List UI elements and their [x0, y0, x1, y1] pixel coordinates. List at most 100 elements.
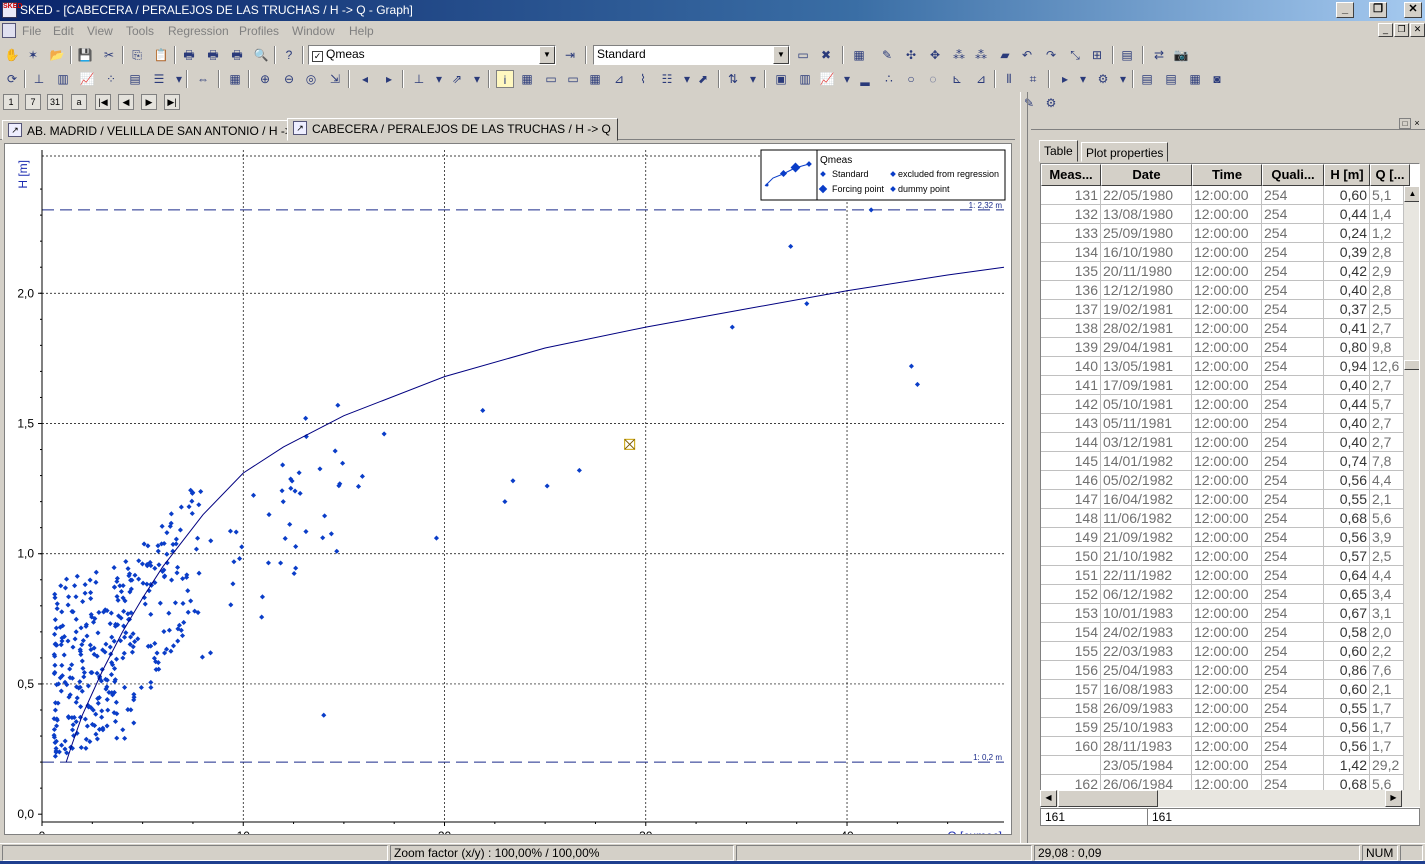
data-point[interactable]	[199, 654, 205, 660]
table-cell[interactable]: 12/12/1980	[1101, 281, 1192, 300]
data-point[interactable]	[138, 684, 144, 691]
table-cell[interactable]: 0,55	[1324, 699, 1370, 718]
table-cell[interactable]: 12:00:00	[1192, 756, 1262, 775]
table-row[interactable]: 135 20/11/1980 12:00:00 254 0,42 2,9	[1041, 262, 1419, 281]
data-point[interactable]	[118, 588, 124, 595]
data-point[interactable]	[259, 614, 265, 620]
table-cell[interactable]: 25/04/1983	[1101, 661, 1192, 680]
data-point[interactable]	[80, 665, 86, 671]
table-cell[interactable]: 12:00:00	[1192, 623, 1262, 642]
data-point[interactable]	[136, 576, 142, 582]
data-point[interactable]	[111, 565, 117, 571]
data-point[interactable]	[78, 651, 84, 658]
new-style-icon[interactable]: ▭	[794, 46, 812, 64]
table-cell[interactable]: 153	[1041, 604, 1101, 623]
layout-alt-icon[interactable]: ▤	[1162, 70, 1180, 88]
tab-table[interactable]: Table	[1039, 140, 1078, 162]
table-cell[interactable]: 156	[1041, 661, 1101, 680]
data-point[interactable]	[287, 521, 293, 527]
export-icon[interactable]: ⇄	[1150, 46, 1168, 64]
table-cell[interactable]: 144	[1041, 433, 1101, 452]
table-cell[interactable]: 12:00:00	[1192, 319, 1262, 338]
series-list-icon[interactable]: ☰	[150, 70, 168, 88]
data-point[interactable]	[115, 597, 121, 603]
table-cell[interactable]: 22/03/1983	[1101, 642, 1192, 661]
table-cell[interactable]: 0,55	[1324, 490, 1370, 509]
table-row[interactable]: 146 05/02/1982 12:00:00 254 0,56 4,4	[1041, 471, 1419, 490]
panel-float-icon[interactable]: □	[1399, 118, 1411, 129]
table-cell[interactable]: 254	[1262, 756, 1324, 775]
table-row[interactable]: 132 13/08/1980 12:00:00 254 0,44 1,4	[1041, 205, 1419, 224]
table-cell[interactable]: 143	[1041, 414, 1101, 433]
data-point[interactable]	[74, 695, 80, 701]
menu-profiles[interactable]: Profiles	[239, 24, 279, 38]
series-checkbox[interactable]: ✓	[312, 51, 323, 62]
menu-file[interactable]: File	[22, 24, 41, 38]
document-icon[interactable]	[2, 23, 16, 38]
table-cell[interactable]: 132	[1041, 205, 1101, 224]
tab-cabecera[interactable]: ↗ CABECERA / PERALEJOS DE LAS TRUCHAS / …	[287, 118, 618, 141]
data-point[interactable]	[87, 577, 93, 583]
previous-icon[interactable]: ◀	[118, 94, 134, 110]
table-row[interactable]: 133 25/09/1980 12:00:00 254 0,24 1,2	[1041, 224, 1419, 243]
table-cell[interactable]: 0,44	[1324, 205, 1370, 224]
table-cell[interactable]: 0,56	[1324, 718, 1370, 737]
data-point[interactable]	[136, 558, 142, 564]
table-row[interactable]: 137 19/02/1981 12:00:00 254 0,37 2,5	[1041, 300, 1419, 319]
table-row[interactable]: 141 17/09/1981 12:00:00 254 0,40 2,7	[1041, 376, 1419, 395]
data-point[interactable]	[168, 648, 174, 654]
table-cell[interactable]: 254	[1262, 718, 1324, 737]
data-point[interactable]	[279, 488, 285, 494]
data-point[interactable]	[104, 696, 110, 703]
print-preview-icon[interactable]: 🔍	[252, 46, 270, 64]
table-cell[interactable]: 159	[1041, 718, 1101, 737]
chevron-down-icon[interactable]: ▾	[1074, 70, 1092, 88]
data-point[interactable]	[265, 560, 271, 566]
data-point[interactable]	[288, 485, 294, 491]
table-cell[interactable]: 254	[1262, 243, 1324, 262]
table-cell[interactable]: 0,41	[1324, 319, 1370, 338]
table-cell[interactable]: 12:00:00	[1192, 471, 1262, 490]
table-cell[interactable]: 25/10/1983	[1101, 718, 1192, 737]
data-point[interactable]	[317, 466, 323, 472]
series-properties-icon[interactable]: ⇥	[561, 46, 579, 64]
table-cell[interactable]: 154	[1041, 623, 1101, 642]
data-point[interactable]	[52, 753, 58, 759]
data-point[interactable]	[142, 601, 148, 607]
tab-plot-properties[interactable]: Plot properties	[1081, 142, 1169, 162]
table-cell[interactable]: 137	[1041, 300, 1101, 319]
data-point[interactable]	[175, 638, 181, 644]
table-row[interactable]: 148 11/06/1982 12:00:00 254 0,68 5,6	[1041, 509, 1419, 528]
data-point[interactable]	[168, 511, 174, 517]
data-point[interactable]	[544, 483, 550, 489]
table-cell[interactable]: 158	[1041, 699, 1101, 718]
data-point[interactable]	[139, 561, 145, 567]
table-cell[interactable]: 0,74	[1324, 452, 1370, 471]
data-point[interactable]	[108, 610, 114, 616]
menu-window[interactable]: Window	[292, 24, 335, 38]
table-cell[interactable]: 0,60	[1324, 186, 1370, 205]
table-cell[interactable]: 24/02/1983	[1101, 623, 1192, 642]
data-point[interactable]	[154, 650, 160, 656]
table-cell[interactable]: 0,86	[1324, 661, 1370, 680]
data-point[interactable]	[174, 570, 180, 576]
data-point[interactable]	[123, 558, 129, 565]
data-point[interactable]	[908, 363, 914, 369]
table-cell[interactable]: 12:00:00	[1192, 661, 1262, 680]
table-cell[interactable]: 28/11/1983	[1101, 737, 1192, 756]
data-point[interactable]	[230, 581, 236, 587]
table-cell[interactable]: 12:00:00	[1192, 357, 1262, 376]
cut-icon[interactable]: ✂	[100, 46, 118, 64]
data-point[interactable]	[95, 630, 101, 636]
data-point[interactable]	[169, 577, 175, 583]
data-point[interactable]	[93, 731, 99, 737]
table-cell[interactable]: 0,40	[1324, 414, 1370, 433]
layout-icon[interactable]: ▤	[1138, 70, 1156, 88]
measurement-table[interactable]: Meas... Date Time Quali... H [m] Q [... 131 22…	[1040, 163, 1420, 808]
zoom-out-icon[interactable]: ⊖	[280, 70, 298, 88]
data-point[interactable]	[122, 634, 128, 640]
graph-area[interactable]: 1: 2,32 m 1: 0,2 m 0 10 20 30 40 0,0 0,5 1,0 1,5 2…	[4, 143, 1012, 843]
table-cell[interactable]: 03/12/1981	[1101, 433, 1192, 452]
table-cell[interactable]: 135	[1041, 262, 1101, 281]
horizontal-scrollbar[interactable]: ◀ ▶	[1040, 790, 1420, 807]
